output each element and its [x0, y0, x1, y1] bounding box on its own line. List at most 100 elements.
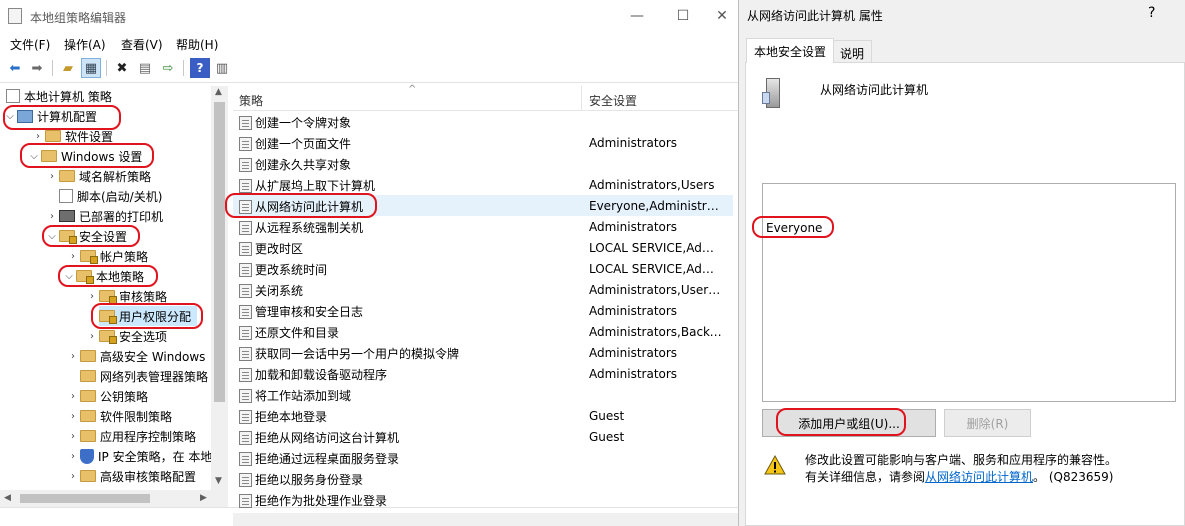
tree-item-software-restriction[interactable]: › 软件限制策略 — [66, 406, 172, 426]
dialog-help-button[interactable]: ? — [1148, 5, 1155, 21]
tree-item-printers[interactable]: › 已部署的打印机 — [45, 206, 163, 226]
chevron-right-icon[interactable]: › — [66, 391, 80, 402]
chevron-down-icon[interactable]: ⌵ — [45, 231, 59, 242]
policy-row[interactable]: 获取同一会话中另一个用户的模拟令牌 Administrators — [233, 342, 733, 363]
tree-item-dns-policy[interactable]: › 域名解析策略 — [45, 166, 151, 186]
tree-root[interactable]: 本地计算机 策略 — [6, 86, 112, 106]
policy-row[interactable]: 将工作站添加到域 — [233, 384, 733, 405]
scroll-left-icon[interactable]: ◀ — [4, 493, 11, 503]
member-item[interactable]: Everyone — [766, 221, 822, 235]
policy-row[interactable]: 更改系统时间 LOCAL SERVICE,Admi... — [233, 258, 733, 279]
tree-item-ip-security[interactable]: › IP 安全策略，在 本地 — [66, 446, 212, 466]
chevron-right-icon[interactable]: › — [66, 411, 80, 422]
policy-name: 从扩展坞上取下计算机 — [255, 179, 376, 193]
tree-hscroll-thumb[interactable] — [20, 494, 150, 503]
policy-row[interactable]: 还原文件和目录 Administrators,Backu... — [233, 321, 733, 342]
policy-row[interactable]: 加载和卸载设备驱动程序 Administrators — [233, 363, 733, 384]
add-user-or-group-button[interactable]: 添加用户或组(U)... — [762, 409, 936, 437]
policy-row[interactable]: 拒绝以服务身份登录 — [233, 468, 733, 489]
tree-item-app-control[interactable]: › 应用程序控制策略 — [66, 426, 196, 446]
column-divider[interactable] — [581, 86, 582, 111]
policy-name: 更改时区 — [255, 242, 304, 256]
back-arrow-icon[interactable]: ⬅ — [5, 58, 25, 78]
policy-row[interactable]: 拒绝通过远程桌面服务登录 — [233, 447, 733, 468]
policy-help-link[interactable]: 从网络访问此计算机 — [925, 468, 1033, 485]
policy-row[interactable]: 创建永久共享对象 — [233, 153, 733, 174]
chevron-right-icon[interactable]: › — [45, 171, 59, 182]
action-pane-icon[interactable]: ▥ — [212, 58, 232, 78]
tree-item-public-key[interactable]: › 公钥策略 — [66, 386, 148, 406]
tree-item-firewall[interactable]: › 高级安全 Windows — [66, 346, 205, 366]
chevron-right-icon[interactable]: › — [85, 331, 99, 342]
security-setting-cell: Administrators,Users — [589, 178, 715, 192]
chevron-down-icon[interactable]: ⌵ — [62, 271, 76, 282]
close-button[interactable]: ✕ — [706, 0, 738, 32]
tree-item-audit-policy[interactable]: › 审核策略 — [85, 286, 167, 306]
warning-icon — [764, 454, 786, 478]
tree-item-label: 高级审核策略配置 — [100, 469, 197, 484]
chevron-right-icon[interactable]: › — [45, 211, 59, 222]
scroll-right-icon[interactable]: ▶ — [200, 493, 207, 503]
members-listbox[interactable] — [762, 183, 1176, 402]
menu-action[interactable]: 操作(A) — [64, 36, 106, 53]
chevron-down-icon[interactable]: ⌵ — [3, 111, 17, 122]
export-icon[interactable]: ⇨ — [158, 58, 178, 78]
policy-row[interactable]: 拒绝本地登录 Guest — [233, 405, 733, 426]
policy-row[interactable]: 创建一个令牌对象 — [233, 111, 733, 132]
tree-item-account-policies[interactable]: › 帐户策略 — [66, 246, 148, 266]
list-horizontal-scrollbar[interactable] — [233, 513, 738, 526]
policy-row[interactable]: 从远程系统强制关机 Administrators — [233, 216, 733, 237]
chevron-right-icon[interactable]: › — [85, 291, 99, 302]
policy-row[interactable]: 关闭系统 Administrators,Users,... — [233, 279, 733, 300]
chevron-right-icon[interactable]: › — [31, 131, 45, 142]
column-header-policy[interactable]: 策略 — [239, 92, 263, 109]
tree-item-local-policies[interactable]: ⌵ 本地策略 — [62, 266, 144, 286]
menu-file[interactable]: 文件(F) — [10, 36, 50, 53]
show-hide-tree-icon[interactable]: ▦ — [81, 58, 101, 78]
tree-item-security-settings[interactable]: ⌵ 安全设置 — [45, 226, 127, 246]
chevron-down-icon[interactable]: ⌵ — [27, 151, 41, 162]
up-folder-icon[interactable]: ▰ — [58, 58, 78, 78]
forward-arrow-icon[interactable]: ➡ — [27, 58, 47, 78]
policy-name: 还原文件和目录 — [255, 326, 340, 340]
help-icon[interactable]: ? — [190, 58, 210, 78]
tree-item-network-list[interactable]: 网络列表管理器策略 — [80, 366, 208, 386]
menu-help[interactable]: 帮助(H) — [176, 36, 218, 53]
tree-item-scripts[interactable]: 脚本(启动/关机) — [59, 186, 162, 206]
scroll-down-icon[interactable]: ▼ — [215, 476, 222, 486]
chevron-right-icon[interactable]: › — [66, 431, 80, 442]
dialog-policy-name: 从网络访问此计算机 — [820, 83, 929, 97]
policy-row[interactable]: 拒绝从网络访问这台计算机 Guest — [233, 426, 733, 447]
column-header-setting[interactable]: 安全设置 — [589, 92, 637, 109]
tab-local-security-setting[interactable]: 本地安全设置 — [746, 38, 835, 63]
minimize-button[interactable]: — — [614, 0, 660, 32]
policy-setting-icon — [239, 304, 252, 319]
tree-item-windows-settings[interactable]: ⌵ Windows 设置 — [27, 146, 142, 166]
policy-row[interactable]: 拒绝作为批处理作业登录 — [233, 489, 733, 510]
policy-row[interactable]: 管理审核和安全日志 Administrators — [233, 300, 733, 321]
tree-scroll-thumb[interactable] — [214, 102, 225, 402]
delete-icon[interactable]: ✖ — [112, 58, 132, 78]
policy-row[interactable]: 创建一个页面文件 Administrators — [233, 132, 733, 153]
chevron-right-icon[interactable]: › — [66, 451, 80, 462]
policy-name: 从网络访问此计算机 — [255, 200, 364, 214]
chevron-right-icon[interactable]: › — [66, 351, 80, 362]
remove-button[interactable]: 删除(R) — [944, 409, 1031, 437]
maximize-button[interactable]: ☐ — [660, 0, 706, 32]
policy-setting-icon — [239, 325, 252, 340]
tab-explain[interactable]: 说明 — [832, 40, 873, 62]
tree-item-security-options[interactable]: › 安全选项 — [85, 326, 167, 346]
chevron-right-icon[interactable]: › — [66, 251, 80, 262]
policy-row[interactable]: 更改时区 LOCAL SERVICE,Admi... — [233, 237, 733, 258]
policy-name: 关闭系统 — [255, 284, 304, 298]
chevron-right-icon[interactable]: › — [66, 471, 80, 482]
scroll-up-icon[interactable]: ▲ — [215, 87, 222, 97]
policy-row[interactable]: 从扩展坞上取下计算机 Administrators,Users — [233, 174, 733, 195]
policy-row[interactable]: 从网络访问此计算机 Everyone,Administrat... — [233, 195, 733, 216]
tree-item-software-settings[interactable]: › 软件设置 — [31, 126, 113, 146]
tree-item-computer-config[interactable]: ⌵ 计算机配置 — [3, 106, 97, 126]
menu-view[interactable]: 查看(V) — [121, 36, 163, 53]
tree-item-user-rights[interactable]: 用户权限分配 — [99, 306, 198, 326]
tree-item-advanced-audit[interactable]: › 高级审核策略配置 — [66, 466, 196, 486]
properties-icon[interactable]: ▤ — [135, 58, 155, 78]
